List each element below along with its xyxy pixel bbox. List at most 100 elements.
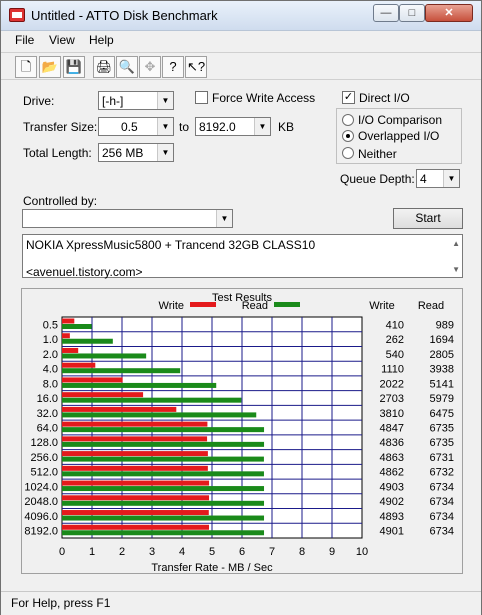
controlled-by-select[interactable]: ▼	[22, 209, 233, 228]
read-bar	[62, 471, 264, 477]
read-bar	[62, 353, 147, 359]
chevron-down-icon: ▼	[216, 210, 232, 227]
window-title: Untitled - ATTO Disk Benchmark	[31, 8, 218, 23]
write-value: 3810	[380, 408, 404, 420]
description-line-1: NOKIA XpressMusic5800 + Trancend 32GB CL…	[26, 238, 316, 252]
category-label: 4096.0	[24, 511, 58, 523]
legend-write-label: Write	[159, 300, 184, 312]
category-label: 64.0	[37, 423, 58, 435]
write-bar	[62, 480, 210, 486]
scroll-up-icon[interactable]: ▲	[452, 239, 460, 248]
move-icon: ✥	[144, 59, 156, 74]
direct-io-checkbox[interactable]: ✓	[342, 91, 355, 104]
total-length-label: Total Length:	[23, 146, 92, 160]
drive-value: [-h-]	[102, 94, 124, 108]
toolbar: 🗋 📂 💾 🖨 🔍 ✥ ? ↖?	[1, 52, 481, 80]
maximize-button[interactable]: □	[399, 4, 425, 22]
atto-app-icon	[9, 8, 25, 22]
help-button[interactable]: ?	[162, 56, 184, 78]
chevron-down-icon: ▼	[157, 92, 173, 109]
read-bar	[62, 368, 181, 374]
close-button[interactable]: ✕	[425, 4, 473, 22]
read-bar	[62, 412, 257, 418]
read-bar	[62, 441, 265, 447]
total-length-select[interactable]: 256 MB ▼	[98, 143, 174, 162]
write-value: 2022	[380, 378, 404, 390]
context-help-button[interactable]: ↖?	[185, 56, 207, 78]
new-icon: 🗋	[20, 59, 32, 74]
write-value: 4836	[380, 437, 404, 449]
save-button[interactable]: 💾	[63, 56, 85, 78]
description-textarea[interactable]: NOKIA XpressMusic5800 + Trancend 32GB CL…	[22, 234, 463, 279]
read-bar	[62, 530, 265, 536]
read-value: 2805	[430, 349, 454, 361]
category-label: 32.0	[37, 408, 58, 420]
save-icon: 💾	[65, 59, 83, 74]
write-bar	[62, 362, 96, 368]
print-button[interactable]: 🖨	[93, 56, 115, 78]
neither-label: Neither	[358, 147, 397, 161]
chevron-down-icon: ▼	[157, 118, 173, 135]
read-value: 989	[436, 319, 454, 331]
io-comparison-radio[interactable]	[342, 114, 354, 126]
read-value: 6735	[430, 437, 454, 449]
force-write-checkbox[interactable]	[195, 91, 208, 104]
queue-depth-select[interactable]: 4 ▼	[416, 169, 460, 188]
x-tick-label: 2	[119, 546, 125, 558]
x-tick-label: 0	[59, 546, 65, 558]
category-label: 2.0	[43, 349, 58, 361]
write-bar	[62, 436, 208, 442]
category-label: 128.0	[30, 437, 58, 449]
category-label: 1024.0	[24, 481, 58, 493]
transfer-size-from-select[interactable]: 0.5 ▼	[98, 117, 174, 136]
open-button[interactable]: 📂	[39, 56, 61, 78]
write-value: 4893	[380, 511, 404, 523]
open-icon: 📂	[41, 59, 59, 74]
overlapped-io-label: Overlapped I/O	[358, 129, 440, 143]
write-bar	[62, 495, 210, 501]
read-value: 6734	[430, 496, 454, 508]
read-value: 6734	[430, 481, 454, 493]
category-label: 16.0	[37, 393, 58, 405]
test-results-panel: Test Results Write Read Write Read 0.5 410 989 1…	[21, 288, 463, 574]
scroll-down-icon[interactable]: ▼	[452, 265, 460, 274]
category-label: 8192.0	[24, 526, 58, 538]
write-value: 1110	[381, 364, 404, 376]
x-tick-label: 9	[329, 546, 335, 558]
queue-depth-value: 4	[420, 172, 427, 186]
x-tick-label: 5	[209, 546, 215, 558]
x-tick-label: 7	[269, 546, 275, 558]
legend-write-swatch	[190, 302, 216, 307]
category-label: 512.0	[30, 467, 58, 479]
description-line-2: <avenuel.tistory.com>	[26, 265, 143, 279]
minimize-button[interactable]: —	[373, 4, 399, 22]
neither-radio[interactable]	[342, 147, 354, 159]
read-bar	[62, 382, 217, 388]
read-column-header: Read	[418, 300, 444, 312]
write-value: 4863	[380, 452, 404, 464]
overlapped-io-radio[interactable]	[342, 130, 354, 142]
x-tick-label: 8	[299, 546, 305, 558]
write-bar	[62, 524, 210, 530]
print-preview-button[interactable]: 🔍	[116, 56, 138, 78]
new-button[interactable]: 🗋	[15, 56, 37, 78]
io-comparison-label: I/O Comparison	[358, 113, 443, 127]
read-value: 6734	[430, 526, 454, 538]
transfer-size-to-select[interactable]: 8192.0 ▼	[195, 117, 271, 136]
menu-help[interactable]: Help	[89, 33, 114, 47]
write-bar	[62, 451, 208, 457]
legend-read-swatch	[274, 302, 300, 307]
read-bar	[62, 486, 265, 492]
category-label: 0.5	[43, 319, 58, 331]
write-bar	[62, 392, 144, 398]
read-value: 5979	[430, 393, 454, 405]
read-bar	[62, 427, 265, 433]
start-button[interactable]: Start	[393, 208, 463, 229]
write-bar	[62, 318, 75, 324]
print-icon: 🖨	[95, 59, 113, 74]
write-bar	[62, 421, 208, 427]
drive-select[interactable]: [-h-] ▼	[98, 91, 174, 110]
x-tick-label: 1	[89, 546, 95, 558]
menu-view[interactable]: View	[49, 33, 75, 47]
menu-file[interactable]: File	[15, 33, 34, 47]
